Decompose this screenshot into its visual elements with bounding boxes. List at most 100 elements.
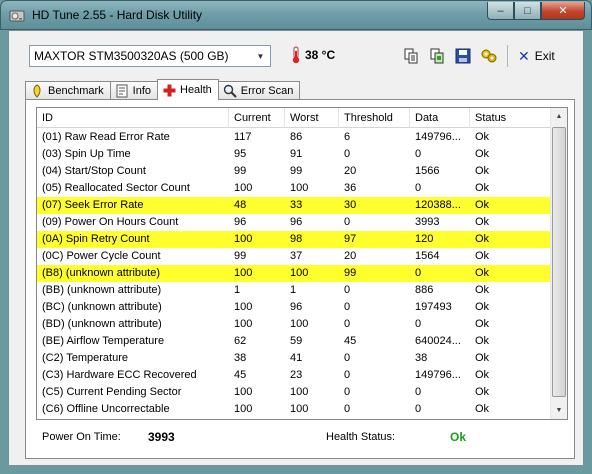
list-header: ID Current Worst Threshold Data Status: [37, 108, 551, 128]
tab-info[interactable]: Info: [109, 81, 158, 100]
cell-status: Ok: [470, 316, 551, 333]
column-header-status[interactable]: Status: [470, 108, 551, 128]
cell-threshold: 97: [344, 233, 357, 245]
options-icon[interactable]: [479, 46, 499, 66]
drive-select[interactable]: MAXTOR STM3500320AS (500 GB) ▼: [29, 45, 271, 67]
cell-id: (0C) Power Cycle Count: [37, 248, 229, 265]
cell-worst: 100: [285, 401, 339, 418]
copy-screenshot-icon[interactable]: [427, 46, 447, 66]
scrollbar-thumb[interactable]: [552, 127, 566, 397]
table-row[interactable]: (03) Spin Up Time 95 91 0 0 Ok: [37, 146, 551, 163]
cell-current: 95: [229, 146, 285, 163]
cell-id: (BC) (unknown attribute): [37, 299, 229, 316]
scroll-up-icon[interactable]: ▲: [551, 108, 567, 125]
cell-threshold: 0: [339, 146, 410, 163]
minimize-button[interactable]: –: [487, 2, 514, 20]
table-row[interactable]: (B8) (unknown attribute) 100 100 99 0 Ok: [37, 265, 551, 282]
tab-health[interactable]: Health: [157, 79, 219, 100]
cell-status: Ok: [470, 350, 551, 367]
copy-text-icon[interactable]: [401, 46, 421, 66]
cell-current: 62: [229, 333, 285, 350]
tab-benchmark[interactable]: Benchmark: [25, 81, 111, 100]
thermometer-icon: [292, 46, 300, 64]
table-row[interactable]: (04) Start/Stop Count 99 99 20 1566 Ok: [37, 163, 551, 180]
cell-id: (03) Spin Up Time: [37, 146, 229, 163]
status-footer: Power On Time: 3993 Health Status: Ok: [36, 427, 568, 449]
cell-status: Ok: [470, 214, 551, 231]
table-row[interactable]: (07) Seek Error Rate 48 33 30 120388... Ok: [37, 197, 551, 214]
column-header-worst[interactable]: Worst: [285, 108, 339, 128]
table-row[interactable]: (09) Power On Hours Count 96 96 0 3993 Ok: [37, 214, 551, 231]
cell-data: 0: [410, 401, 470, 418]
cell-worst: 100: [285, 180, 339, 197]
temperature-value: 38 °C: [305, 48, 336, 62]
maximize-button[interactable]: □: [514, 2, 541, 20]
cell-threshold: 0: [339, 299, 410, 316]
cell-current: 100: [229, 299, 285, 316]
scroll-down-icon[interactable]: ▼: [551, 402, 567, 419]
health-icon: [162, 83, 176, 97]
table-row[interactable]: (0A) Spin Retry Count 100 98 97 120 Ok: [37, 231, 551, 248]
cell-worst: 96: [285, 299, 339, 316]
title-bar[interactable]: HD Tune 2.55 - Hard Disk Utility – □ ✕: [0, 0, 592, 30]
toolbar-buttons: ✕ Exit: [401, 45, 555, 67]
caption-buttons: – □ ✕: [487, 2, 585, 20]
table-row[interactable]: (C2) Temperature 38 41 0 38 Ok: [37, 350, 551, 367]
column-header-current[interactable]: Current: [229, 108, 285, 128]
table-row[interactable]: (C5) Current Pending Sector 100 100 0 0 Ok: [37, 384, 551, 401]
cell-current: 100: [234, 233, 253, 245]
cell-status: Ok: [470, 333, 551, 350]
cell-id: (BE) Airflow Temperature: [37, 333, 229, 350]
exit-label: Exit: [534, 49, 555, 63]
close-button[interactable]: ✕: [541, 2, 585, 20]
exit-icon: ✕: [518, 47, 530, 64]
save-icon[interactable]: [453, 46, 473, 66]
table-row[interactable]: (05) Reallocated Sector Count 100 100 36 0 Ok: [37, 180, 551, 197]
cell-data: 0: [410, 146, 470, 163]
smart-attributes-list[interactable]: ID Current Worst Threshold Data Status (…: [36, 107, 568, 420]
tab-label: Info: [132, 85, 151, 97]
power-on-time-label: Power On Time:: [42, 431, 121, 443]
cell-current: 100: [234, 267, 253, 279]
cell-status: Ok: [470, 129, 551, 146]
cell-data: 149796...: [410, 367, 470, 384]
tab-error-scan[interactable]: Error Scan: [217, 81, 301, 100]
table-row[interactable]: (01) Raw Read Error Rate 117 86 6 149796... O…: [37, 129, 551, 146]
vertical-scrollbar[interactable]: ▲ ▼: [550, 108, 567, 419]
exit-button[interactable]: ✕ Exit: [518, 48, 555, 65]
cell-current: 99: [229, 248, 285, 265]
health-status-value: Ok: [450, 430, 467, 444]
cell-current: 1: [229, 282, 285, 299]
temperature-display: 38 °C: [291, 46, 335, 64]
cell-data: 3993: [410, 214, 470, 231]
column-header-data[interactable]: Data: [410, 108, 470, 128]
cell-status: Ok: [470, 180, 551, 197]
cell-current: 99: [229, 163, 285, 180]
cell-status: Ok: [470, 282, 551, 299]
table-row[interactable]: (BB) (unknown attribute) 1 1 0 886 Ok: [37, 282, 551, 299]
cell-current: 96: [229, 214, 285, 231]
cell-threshold: 0: [339, 384, 410, 401]
cell-worst: 86: [285, 129, 339, 146]
power-on-time-value: 3993: [148, 430, 175, 444]
cell-worst: 33: [290, 199, 303, 211]
cell-worst: 96: [285, 214, 339, 231]
app-icon: [9, 10, 25, 22]
cell-id: (C2) Temperature: [37, 350, 229, 367]
column-header-id[interactable]: ID: [37, 108, 229, 128]
benchmark-icon: [30, 84, 44, 98]
table-row[interactable]: (C3) Hardware ECC Recovered 45 23 0 149796..…: [37, 367, 551, 384]
table-row[interactable]: (0C) Power Cycle Count 99 37 20 1564 Ok: [37, 248, 551, 265]
cell-current: 100: [229, 401, 285, 418]
cell-data: 1564: [410, 248, 470, 265]
cell-id: (04) Start/Stop Count: [37, 163, 229, 180]
table-row[interactable]: (BC) (unknown attribute) 100 96 0 197493 Ok: [37, 299, 551, 316]
cell-threshold: 36: [339, 180, 410, 197]
cell-current: 48: [234, 199, 247, 211]
table-row[interactable]: (BD) (unknown attribute) 100 100 0 0 Ok: [37, 316, 551, 333]
column-header-threshold[interactable]: Threshold: [339, 108, 410, 128]
cell-data: 0: [410, 316, 470, 333]
table-row[interactable]: (C6) Offline Uncorrectable 100 100 0 0 Ok: [37, 401, 551, 418]
table-row[interactable]: (BE) Airflow Temperature 62 59 45 640024... O…: [37, 333, 551, 350]
cell-data: 38: [410, 350, 470, 367]
